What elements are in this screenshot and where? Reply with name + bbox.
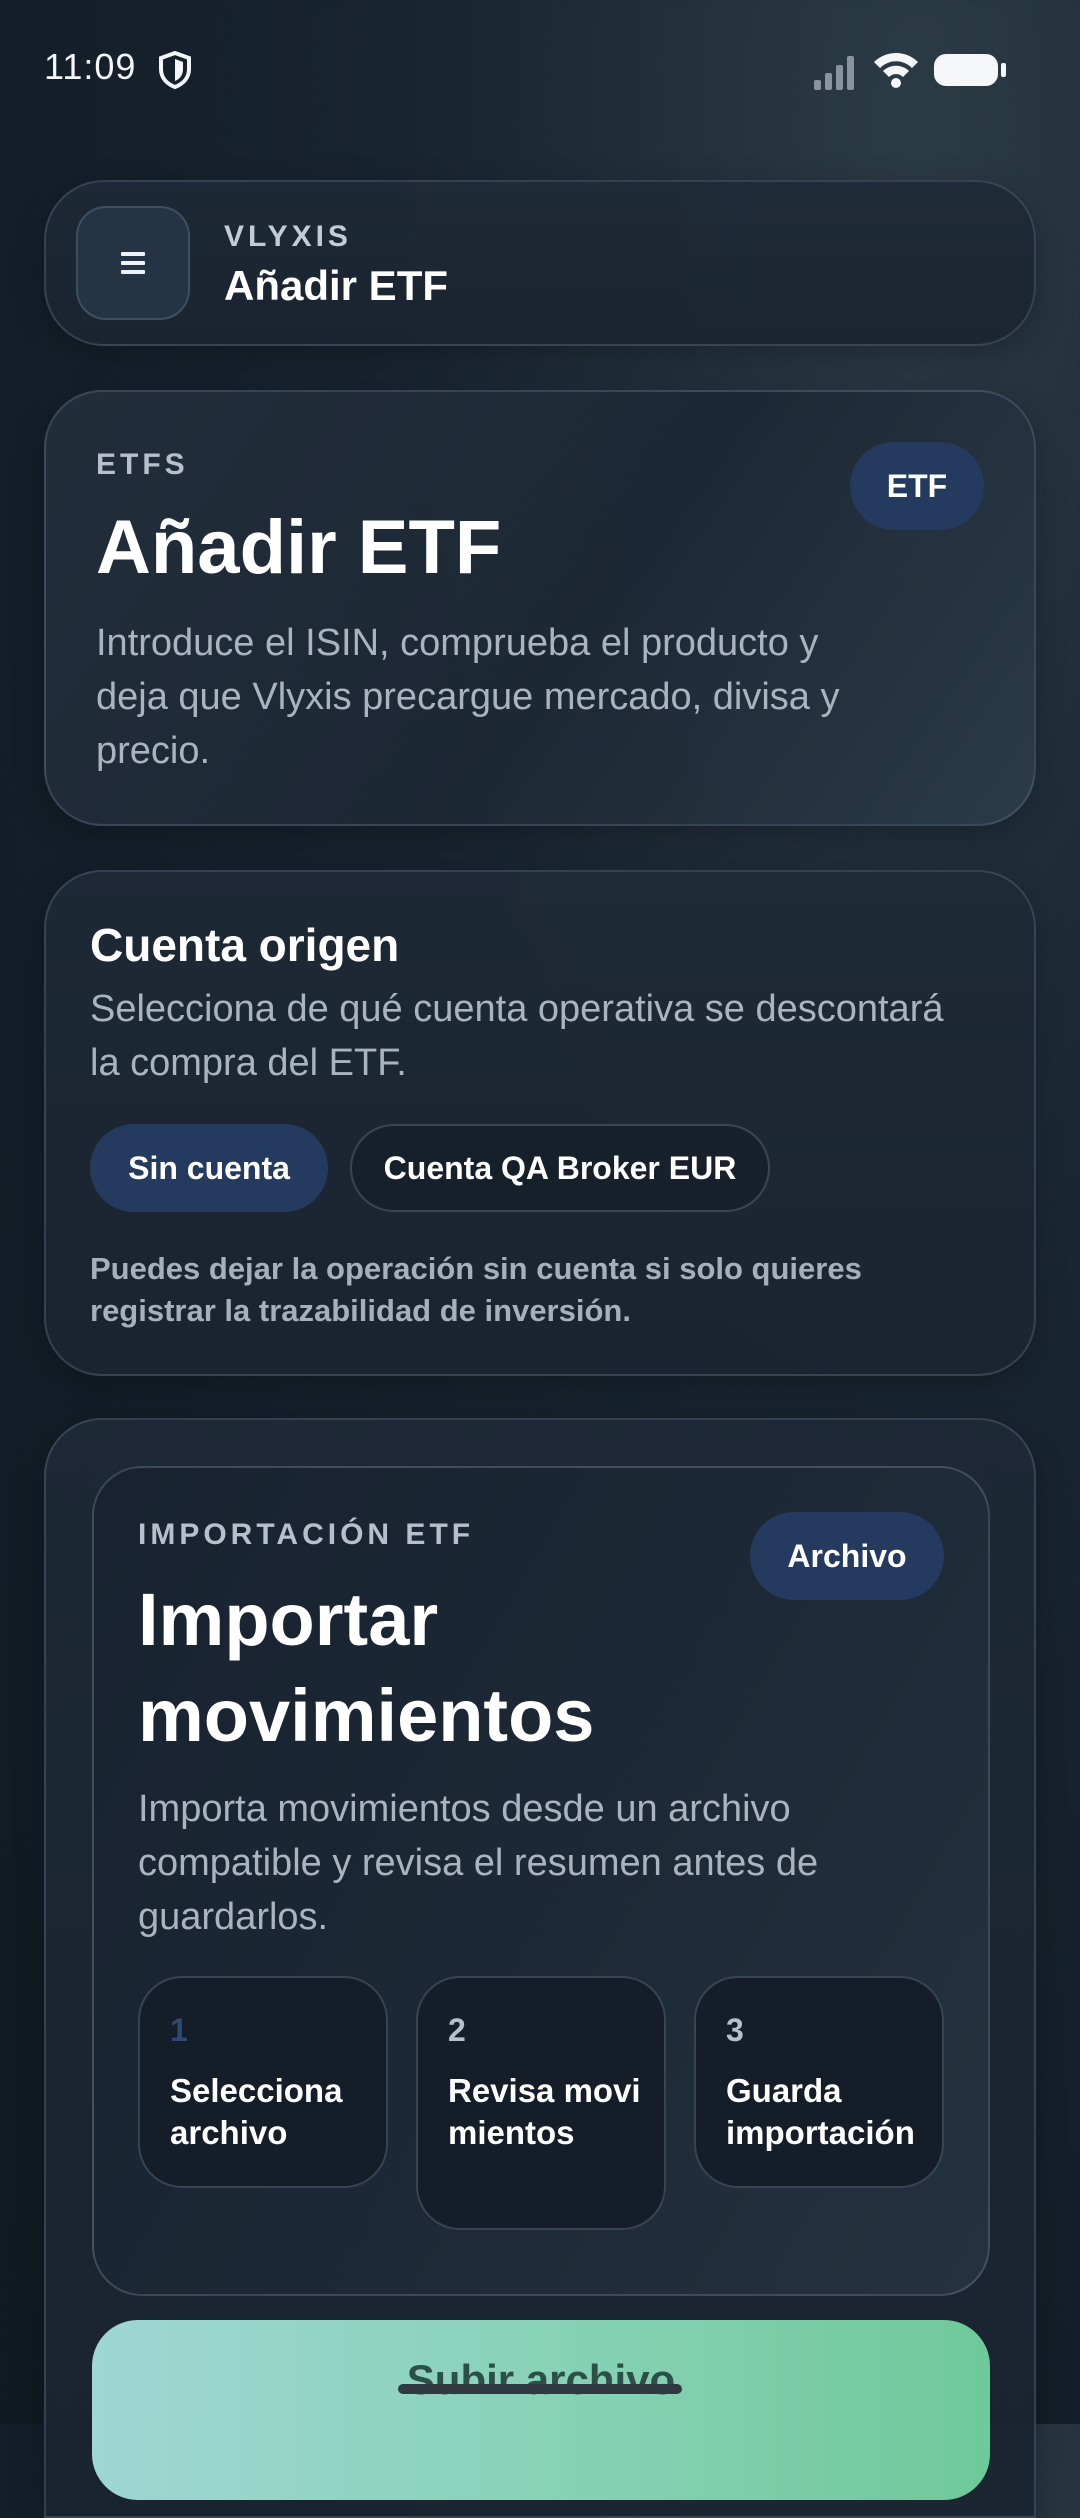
step-select-file: 1 Selecciona archivo [138,1976,388,2188]
menu-icon [121,252,145,274]
header-title: Añadir ETF [224,262,449,309]
import-description: Importa movimientos desde un archivo com… [138,1788,819,1938]
signal-icon [814,56,854,90]
step-label: Selecciona archivo [170,2072,343,2151]
import-title: Importar movimientos [138,1578,595,1757]
hero-eyebrow: ETFS [96,448,189,481]
step-number: 3 [726,2012,744,2048]
upload-file-button[interactable]: Subir archivo [92,2320,990,2500]
step-save-import: 3 Guarda importación [694,1976,944,2188]
menu-button[interactable] [76,206,190,320]
step-review-movements: 2 Revisa movimientos [416,1976,666,2230]
page-title: Añadir ETF [96,505,502,590]
etf-badge: ETF [850,442,984,530]
step-number: 2 [448,2012,466,2048]
shield-icon [159,50,191,90]
account-note: Puedes dejar la operación sin cuenta si … [90,1251,862,1328]
hero-card: ETFS ETF Añadir ETF Introduce el ISIN, c… [44,390,1036,826]
hero-description: Introduce el ISIN, comprueba el producto… [96,622,840,772]
account-title: Cuenta origen [90,919,400,971]
step-label: Guarda importación [726,2072,915,2151]
wifi-icon [874,53,918,88]
import-section: IMPORTACIÓN ETF Archivo Importar movimie… [44,1418,1036,2518]
upload-button-label: Subir archivo [406,2356,676,2403]
account-option-qa-broker[interactable]: Cuenta QA Broker EUR [350,1124,770,1212]
battery-icon [934,54,1006,86]
status-bar: 11:09 [0,0,1080,140]
account-option-none[interactable]: Sin cuenta [90,1124,328,1212]
step-label: Revisa movimientos [448,2072,641,2151]
account-description: Selecciona de qué cuenta operativa se de… [90,988,944,1084]
status-time: 11:09 [44,46,137,87]
home-indicator[interactable] [398,2384,682,2394]
import-card: IMPORTACIÓN ETF Archivo Importar movimie… [92,1466,990,2296]
step-number: 1 [170,2012,188,2048]
app-header: VLYXIS Añadir ETF [44,180,1036,346]
source-account-card: Cuenta origen Selecciona de qué cuenta o… [44,870,1036,1376]
import-eyebrow: IMPORTACIÓN ETF [138,1518,475,1551]
brand-label: VLYXIS [224,220,352,253]
